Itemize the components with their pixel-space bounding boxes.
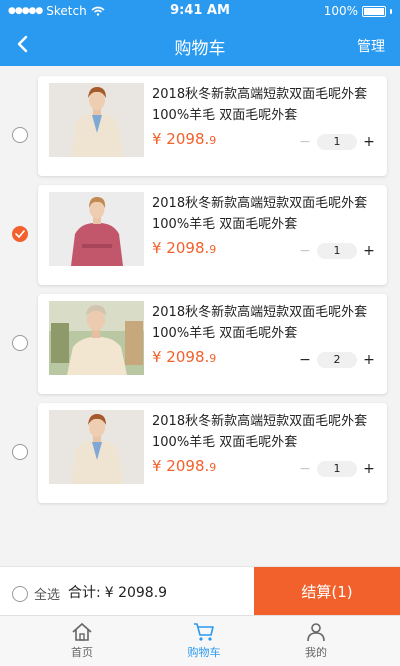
tab-home-label: 首页 [71,646,93,659]
product-price: ¥ 2098.9 [152,348,216,366]
product-card[interactable]: 2018秋冬新款高端短款双面毛呢外套100%羊毛 双面毛呢外套 ¥ 2098.9… [38,403,387,503]
decrement-button[interactable]: − [297,243,313,259]
select-all-label: 全选 [34,588,61,603]
product-title: 2018秋冬新款高端短款双面毛呢外套100%羊毛 双面毛呢外套 [152,196,368,232]
tab-profile[interactable]: 我的 [276,622,356,660]
total-summary: 合计: ¥ 2098.9 [68,582,167,602]
quantity-value[interactable]: 1 [317,461,357,477]
cart-footer: 全选 合计: ¥ 2098.9 结算(1) [0,566,400,616]
decrement-button[interactable]: − [297,461,313,477]
product-image [49,83,144,157]
cart-icon [194,623,214,641]
total-value: ¥ 2098.9 [104,585,168,601]
user-icon [307,623,325,642]
increment-button[interactable]: + [361,352,377,368]
tab-bar: 首页 购物车 我的 [0,615,400,666]
product-price: ¥ 2098.9 [152,130,216,148]
increment-button[interactable]: + [361,461,377,477]
tab-cart[interactable]: 购物车 [164,622,244,660]
quantity-stepper: − 1 + [297,134,377,150]
quantity-stepper: − 1 + [297,243,377,259]
total-label: 合计: [68,585,101,601]
product-title: 2018秋冬新款高端短款双面毛呢外套100%羊毛 双面毛呢外套 [152,87,368,123]
cart-item: 2018秋冬新款高端短款双面毛呢外套100%羊毛 双面毛呢外套 ¥ 2098.9… [0,185,400,293]
select-all-toggle[interactable]: 全选 [12,584,60,603]
product-card[interactable]: 2018秋冬新款高端短款双面毛呢外套100%羊毛 双面毛呢外套 ¥ 2098.9… [38,185,387,285]
decrement-button[interactable]: − [297,352,313,368]
battery-icon [362,5,386,17]
product-price: ¥ 2098.9 [152,457,216,475]
status-right: 100% [324,4,392,18]
nav-bar: 购物车 管理 [0,22,400,66]
cart-item: 2018秋冬新款高端短款双面毛呢外套100%羊毛 双面毛呢外套 ¥ 2098.9… [0,403,400,511]
price-main: ¥ 2098. [152,130,210,148]
item-checkbox[interactable] [12,226,28,242]
item-checkbox[interactable] [12,335,28,351]
decrement-button[interactable]: − [297,134,313,150]
tab-cart-label: 购物车 [187,646,221,659]
tab-home[interactable]: 首页 [42,622,122,660]
product-image [49,192,144,266]
increment-button[interactable]: + [361,243,377,259]
quantity-stepper: − 1 + [297,461,377,477]
quantity-value[interactable]: 2 [317,352,357,368]
product-image [49,410,144,484]
price-main: ¥ 2098. [152,457,210,475]
price-decimal: 9 [209,243,217,256]
product-card[interactable]: 2018秋冬新款高端短款双面毛呢外套100%羊毛 双面毛呢外套 ¥ 2098.9… [38,76,387,176]
product-title: 2018秋冬新款高端短款双面毛呢外套100%羊毛 双面毛呢外套 [152,305,368,341]
product-image [49,301,144,375]
item-checkbox[interactable] [12,127,28,143]
product-card[interactable]: 2018秋冬新款高端短款双面毛呢外套100%羊毛 双面毛呢外套 ¥ 2098.9… [38,294,387,394]
page-title: 购物车 [174,39,226,59]
quantity-stepper: − 2 + [297,352,377,368]
price-main: ¥ 2098. [152,348,210,366]
cart-item: 2018秋冬新款高端短款双面毛呢外套100%羊毛 双面毛呢外套 ¥ 2098.9… [0,294,400,402]
checkout-button[interactable]: 结算(1) [254,567,400,616]
price-decimal: 9 [209,134,217,147]
product-price: ¥ 2098.9 [152,239,216,257]
status-bar: ●●●●● Sketch 9:41 AM 100% [0,0,400,22]
quantity-value[interactable]: 1 [317,134,357,150]
quantity-value[interactable]: 1 [317,243,357,259]
manage-button[interactable]: 管理 [357,36,385,56]
battery-tip [390,8,392,14]
price-decimal: 9 [209,352,217,365]
check-icon [15,230,25,238]
select-all-checkbox[interactable] [12,585,28,602]
tab-profile-label: 我的 [305,646,327,659]
increment-button[interactable]: + [361,134,377,150]
product-title: 2018秋冬新款高端短款双面毛呢外套100%羊毛 双面毛呢外套 [152,414,368,450]
battery-percent: 100% [323,4,358,18]
cart-item: 2018秋冬新款高端短款双面毛呢外套100%羊毛 双面毛呢外套 ¥ 2098.9… [0,76,400,184]
price-main: ¥ 2098. [152,239,210,257]
item-checkbox[interactable] [12,444,28,460]
price-decimal: 9 [209,461,217,474]
home-icon [72,622,92,641]
